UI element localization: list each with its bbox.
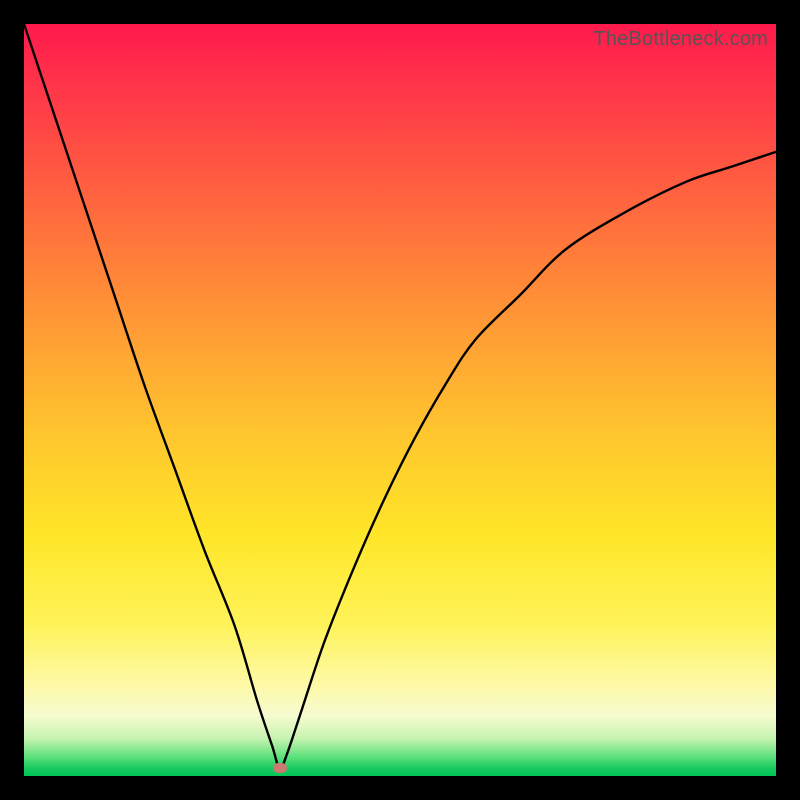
bottleneck-curve <box>24 24 776 776</box>
chart-frame: TheBottleneck.com <box>0 0 800 800</box>
optimum-marker <box>273 763 287 773</box>
plot-area: TheBottleneck.com <box>24 24 776 776</box>
